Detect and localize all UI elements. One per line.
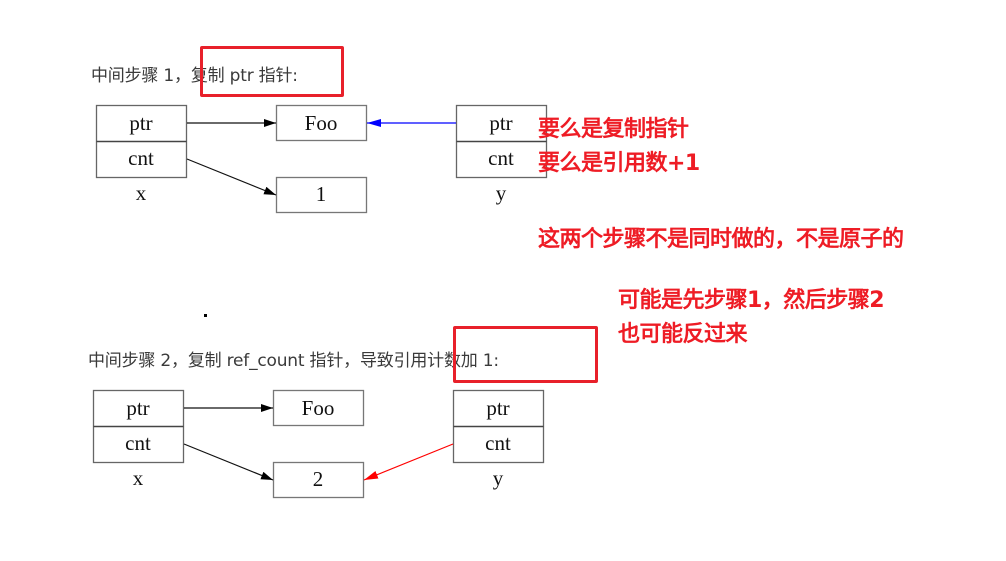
step2-count-value: 2 <box>313 467 324 491</box>
step2-edge-y-cnt-to-count <box>363 443 454 481</box>
step2-foo-label: Foo <box>302 396 335 420</box>
step1-y-cnt-field: cnt <box>488 146 514 170</box>
step1-x-label: x <box>136 181 147 205</box>
step2-foo-node: Foo <box>272 389 365 427</box>
step2-y-struct: ptr cnt y <box>452 389 545 490</box>
step2-caption-prefix: 中间步骤 2，复制 ref_count 指针，导致 <box>88 351 394 371</box>
annotation-line-4: 可能是先步骤1，然后步骤2 <box>618 288 885 313</box>
step1-y-ptr-field: ptr <box>489 111 512 135</box>
step1-y-label: y <box>496 181 507 205</box>
step1-x-struct: ptr cnt x <box>95 104 188 205</box>
step2-y-ptr-field: ptr <box>486 396 509 420</box>
step1-foo-node: Foo <box>275 104 368 142</box>
step2-x-ptr-field: ptr <box>126 396 149 420</box>
step1-foo-label: Foo <box>305 111 338 135</box>
step1-count-node: 1 <box>275 176 368 214</box>
step2-caption: 中间步骤 2，复制 ref_count 指针，导致引用计数加 1: <box>88 346 499 371</box>
step1-edge-x-cnt-to-count <box>186 158 277 196</box>
step2-edge-x-cnt-to-count <box>183 443 274 481</box>
step2-x-label: x <box>133 466 144 490</box>
step1-y-struct: ptr cnt y <box>455 104 548 205</box>
stray-dot <box>204 314 207 317</box>
step2-x-cnt-field: cnt <box>125 431 151 455</box>
annotation-line-1: 要么是复制指针 <box>538 117 689 142</box>
step2-y-cnt-field: cnt <box>485 431 511 455</box>
annotation-line-5: 也可能反过来 <box>618 322 748 347</box>
step2-highlight-box <box>453 326 598 383</box>
annotation-line-3: 这两个步骤不是同时做的，不是原子的 <box>538 227 904 252</box>
step1-count-value: 1 <box>316 182 327 206</box>
annotation-line-2: 要么是引用数+1 <box>538 151 700 176</box>
step1-x-ptr-field: ptr <box>129 111 152 135</box>
step2-count-node: 2 <box>272 461 365 499</box>
step1-diagram: ptr cnt x Foo 1 ptr cnt y ptr cnt x Foo <box>92 104 548 499</box>
step2-y-label: y <box>493 466 504 490</box>
step1-x-cnt-field: cnt <box>128 146 154 170</box>
step2-x-struct: ptr cnt x <box>92 389 185 490</box>
